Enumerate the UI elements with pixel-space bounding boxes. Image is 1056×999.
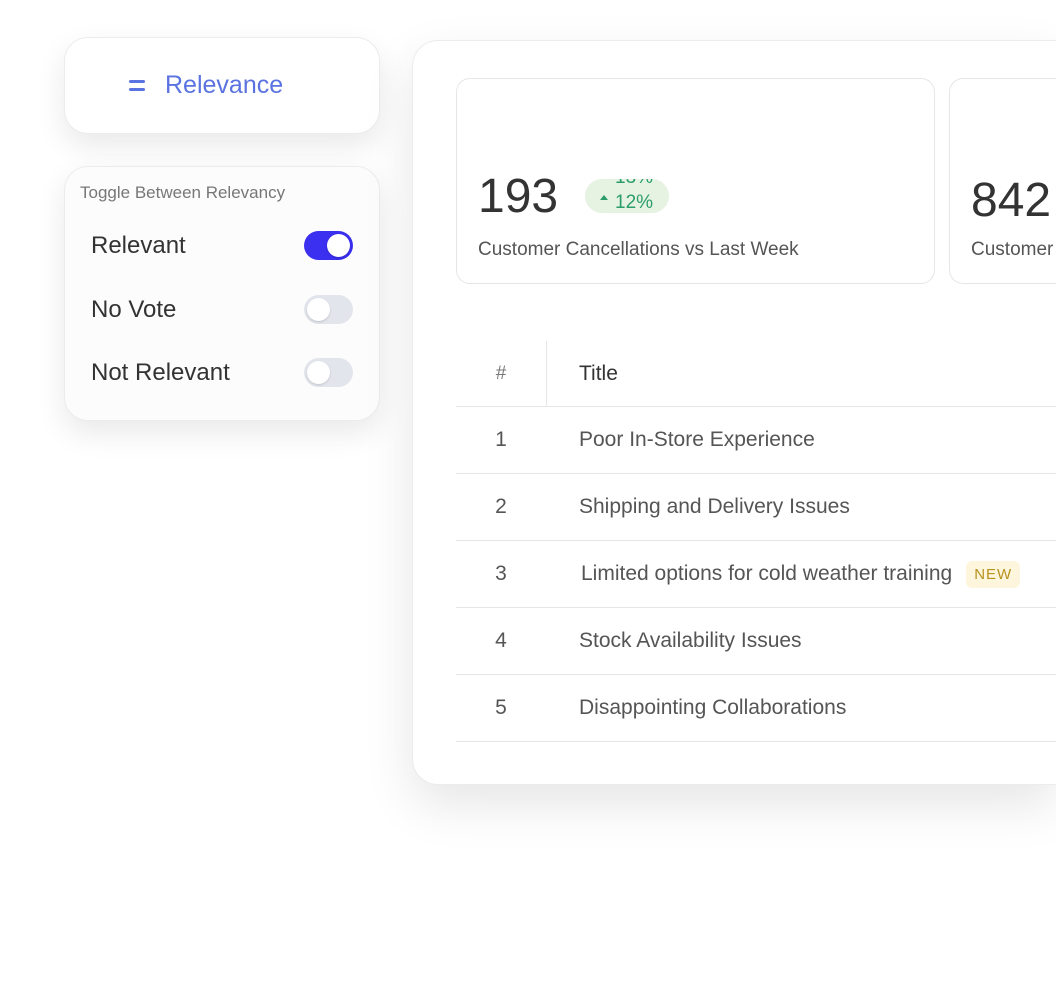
relevant-toggle[interactable]	[304, 231, 353, 260]
change-badge: 13% 12%	[585, 179, 669, 213]
toggle-label: Not Relevant	[91, 358, 230, 386]
header-number: #	[495, 362, 507, 384]
row-title: Limited options for cold weather trainin…	[581, 562, 953, 585]
change-prev: 13%	[615, 179, 653, 189]
relevance-button[interactable]: Relevance	[64, 37, 380, 134]
row-title: Shipping and Delivery Issues	[579, 495, 850, 518]
table-row[interactable]: 5 Disappointing Collaborations	[456, 675, 1056, 742]
stat-value: 842	[971, 174, 1052, 227]
issues-table: # Title 1 Poor In-Store Experience 2 Shipp…	[456, 341, 1056, 742]
stat-card-cancellations: 193 13% 12% Customer Cancellations vs La…	[456, 78, 935, 284]
row-title-cell: Limited options for cold weather trainin…	[546, 560, 1021, 588]
toggle-row-relevant: Relevant	[91, 231, 353, 260]
equals-icon	[129, 80, 145, 91]
row-number: 1	[495, 428, 507, 451]
stat-value: 193	[478, 170, 559, 223]
toggle-row-not-relevant: Not Relevant	[91, 358, 353, 387]
stat-label: Customer Cancellations vs Last Week	[478, 239, 799, 260]
header-title: Title	[579, 361, 618, 385]
row-number: 4	[495, 629, 507, 652]
toggle-row-no-vote: No Vote	[91, 295, 353, 324]
table-row[interactable]: 2 Shipping and Delivery Issues	[456, 474, 1056, 541]
row-title: Stock Availability Issues	[579, 629, 802, 652]
stat-label: Customer	[971, 239, 1054, 260]
panel-heading: Toggle Between Relevancy	[80, 183, 286, 202]
change-value: 12%	[615, 192, 654, 213]
no-vote-toggle[interactable]	[304, 295, 353, 324]
relevance-label: Relevance	[165, 71, 284, 99]
table-header: # Title	[456, 341, 1056, 407]
row-title: Disappointing Collaborations	[579, 696, 847, 719]
table-row[interactable]: 4 Stock Availability Issues	[456, 608, 1056, 675]
table-row[interactable]: 3 Limited options for cold weather traini…	[456, 541, 1056, 608]
toggle-label: Relevant	[91, 231, 186, 259]
toggle-label: No Vote	[91, 295, 177, 323]
row-number: 5	[495, 696, 507, 719]
row-number: 3	[495, 562, 507, 585]
dashboard-panel: 193 13% 12% Customer Cancellations vs La…	[412, 40, 1056, 785]
row-title: Poor In-Store Experience	[579, 428, 815, 451]
stat-card-customer: 842 Customer	[949, 78, 1056, 284]
arrow-up-icon	[600, 195, 608, 200]
row-number: 2	[495, 495, 507, 518]
table-row[interactable]: 1 Poor In-Store Experience	[456, 407, 1056, 474]
relevancy-toggle-panel: Toggle Between Relevancy Relevant No Vot…	[64, 166, 380, 421]
not-relevant-toggle[interactable]	[304, 358, 353, 387]
new-badge: NEW	[966, 560, 1021, 588]
